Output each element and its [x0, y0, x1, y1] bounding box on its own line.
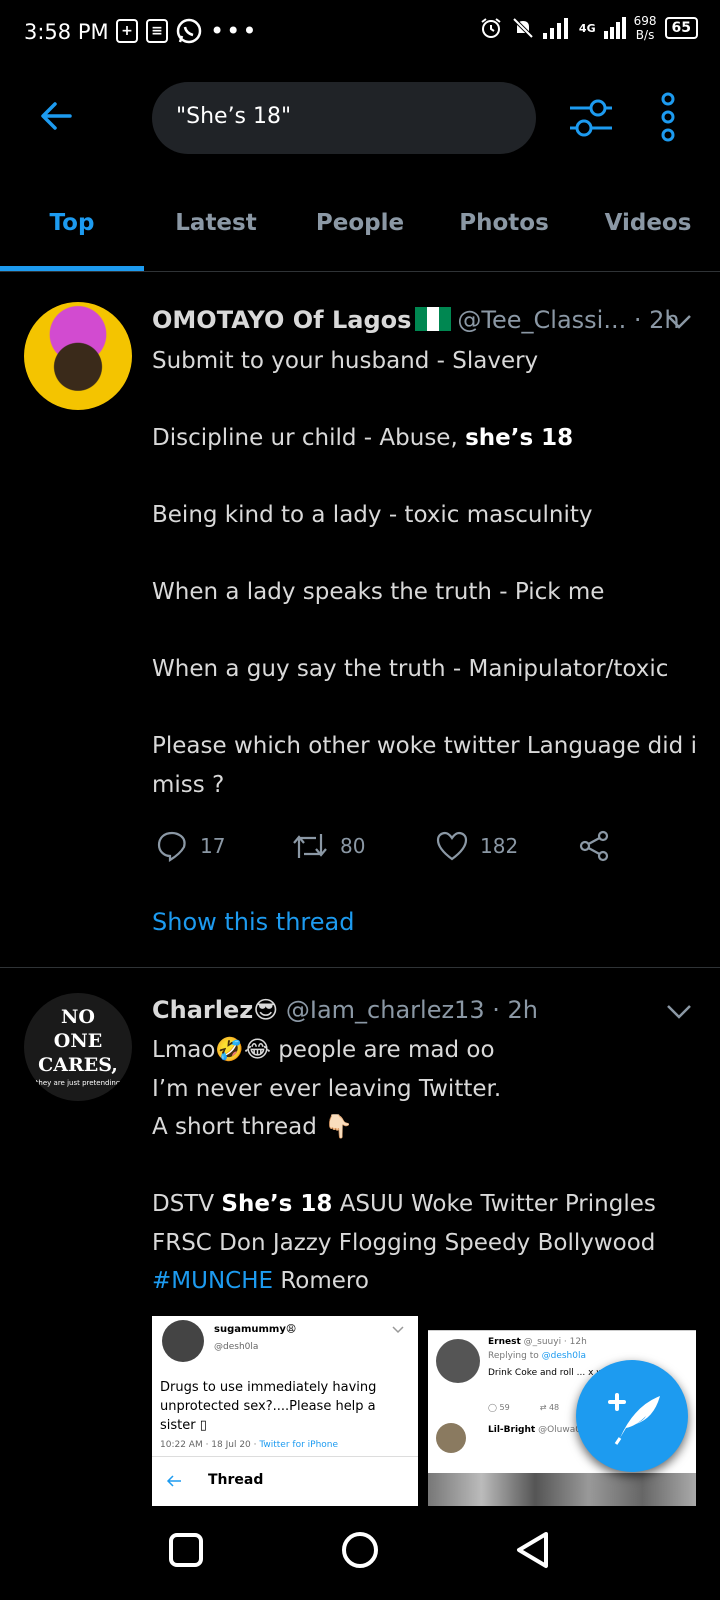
search-tabs: Top Latest People Photos Videos — [0, 196, 720, 272]
tab-people[interactable]: People — [288, 196, 432, 271]
embed-avatar — [162, 1320, 204, 1362]
search-input[interactable]: "She’s 18" — [152, 82, 536, 154]
show-thread-link[interactable]: Show this thread — [152, 908, 354, 936]
whatsapp-icon — [176, 18, 202, 44]
author-handle[interactable]: @Tee_Classi... — [457, 306, 626, 334]
tweet-text: Submit to your husband - Slavery Discipl… — [152, 348, 697, 798]
mute-icon — [512, 17, 534, 39]
avatar[interactable]: NO ONE CARES, they are just pretending — [24, 993, 132, 1101]
system-navigation-bar — [0, 1506, 720, 1600]
tweet-header: OMOTAYO Of Lagos @Tee_Classi... · 2h — [152, 306, 692, 334]
heart-icon — [436, 831, 468, 861]
search-query: "She’s 18" — [176, 104, 292, 129]
tweet-actions: 17 80 182 — [152, 826, 622, 866]
embed-avatar — [436, 1339, 480, 1383]
battery-saver-icon: + — [116, 19, 138, 43]
recent-apps-icon[interactable] — [168, 1532, 204, 1568]
divider — [0, 967, 720, 968]
chevron-down-icon[interactable] — [666, 1004, 692, 1020]
retweet-button[interactable]: 80 — [292, 826, 365, 866]
status-time: 3:58 PM — [24, 20, 109, 44]
hashtag-link[interactable]: #MUNCHE — [152, 1268, 273, 1294]
author-handle[interactable]: @Iam_charlez13 — [286, 996, 485, 1024]
back-arrow-icon — [166, 1475, 181, 1487]
tweet-header: Charlez😎 @Iam_charlez13 · 2h — [152, 996, 692, 1024]
nigeria-flag-icon — [415, 307, 452, 331]
reply-button[interactable]: 17 — [156, 826, 225, 866]
back-arrow-icon[interactable] — [36, 96, 76, 136]
overflow-menu-icon[interactable] — [660, 92, 676, 142]
reply-icon — [157, 831, 186, 862]
author-name[interactable]: Charlez😎 — [152, 996, 278, 1024]
chevron-down-icon — [392, 1326, 404, 1334]
filter-settings-icon[interactable] — [568, 96, 614, 140]
message-icon: ≡ — [146, 19, 168, 43]
tab-latest[interactable]: Latest — [144, 196, 288, 271]
tweet-image-1[interactable]: sugamummy😩 @desh0la Drugs to use immedia… — [152, 1316, 418, 1506]
search-header: "She’s 18" — [0, 82, 720, 154]
share-icon — [579, 830, 609, 862]
retweet-icon — [293, 834, 327, 858]
tweet-time: · 2h — [492, 996, 538, 1024]
tab-photos[interactable]: Photos — [432, 196, 576, 271]
embed-photo — [428, 1473, 696, 1506]
signal-icon — [542, 18, 568, 39]
compose-tweet-button[interactable] — [576, 1360, 688, 1472]
status-bar: 3:58 PM + ≡ ••• 4G 698 B/s 65 — [0, 0, 720, 64]
avatar[interactable] — [24, 302, 132, 410]
network-type-label: 4G — [578, 21, 596, 35]
alarm-icon — [481, 18, 501, 38]
back-icon[interactable] — [514, 1530, 550, 1570]
signal-icon-2 — [603, 17, 626, 39]
like-button[interactable]: 182 — [436, 826, 518, 866]
battery-indicator: 65 — [664, 17, 698, 39]
network-speed: 698 B/s — [633, 14, 657, 42]
tweet-text: Lmao🤣😂 people are mad oo I’m never ever … — [152, 1037, 656, 1294]
tab-videos[interactable]: Videos — [576, 196, 720, 271]
author-name[interactable]: OMOTAYO Of Lagos — [152, 306, 411, 334]
share-button[interactable] — [578, 826, 610, 866]
compose-feather-icon — [608, 1393, 660, 1445]
chevron-down-icon[interactable] — [666, 314, 692, 330]
more-notifications-icon: ••• — [210, 17, 259, 45]
tab-top[interactable]: Top — [0, 196, 144, 271]
home-icon[interactable] — [340, 1530, 380, 1570]
